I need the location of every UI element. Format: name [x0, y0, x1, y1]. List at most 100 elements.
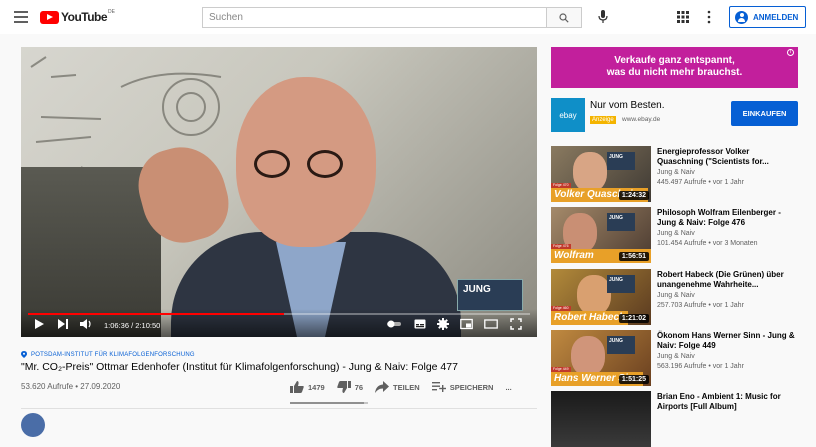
- thumbnail-nameplate: Robert Habeck: [551, 311, 628, 325]
- more-actions-label: ...: [505, 382, 512, 392]
- related-channel: Jung & Naiv: [657, 169, 695, 176]
- hamburger-menu-icon[interactable]: [14, 11, 28, 23]
- search-box: [202, 7, 582, 28]
- like-ratio-bar: [290, 402, 368, 404]
- glasses-left: [254, 150, 290, 178]
- video-duration: 1:24:32: [618, 191, 649, 200]
- thumbnail-face: [577, 275, 611, 315]
- ad-info-icon[interactable]: i: [787, 49, 794, 56]
- dislike-count: 76: [354, 382, 364, 392]
- ad-badge: Anzeige: [590, 116, 616, 124]
- location-pin-icon: [21, 351, 27, 358]
- thumbnail-logo: JUNG: [607, 152, 635, 170]
- like-button[interactable]: 1479: [290, 381, 325, 393]
- related-stats: 563.196 Aufrufe • vor 1 Jahr: [657, 363, 744, 370]
- account-icon: [735, 10, 748, 24]
- glasses-right: [307, 150, 343, 178]
- dislike-button[interactable]: 76: [336, 381, 364, 393]
- video-category-link[interactable]: POTSDAM-INSTITUT FÜR KLIMAFOLGENFORSCHUN…: [21, 351, 195, 358]
- settings-gear-icon[interactable]: [437, 318, 449, 330]
- save-label: SPEICHERN: [449, 382, 494, 392]
- related-title: Philosoph Wolfram Eilenberger - Jung & N…: [657, 208, 781, 227]
- related-video[interactable]: JUNG Folge 460 Robert Habeck 1:21:02 Rob…: [551, 269, 801, 325]
- related-thumbnail: JUNG Folge 449 Hans Werner Sinn 1:51:25: [551, 330, 651, 386]
- volume-icon[interactable]: [79, 318, 93, 330]
- related-title: Brian Eno - Ambient 1: Music for Airport…: [657, 392, 781, 411]
- related-stats: 445.497 Aufrufe • vor 1 Jahr: [657, 179, 744, 186]
- related-title: Energieprofessor Volker Quaschning ("Sci…: [657, 147, 769, 166]
- ebay-ad-title: Nur vom Besten.: [590, 100, 665, 111]
- related-title: Robert Habeck (Die Grünen) über unangene…: [657, 270, 784, 289]
- subtitles-icon[interactable]: [414, 318, 426, 330]
- ad-line-2: was du nicht mehr brauchst.: [606, 67, 743, 78]
- microphone-icon[interactable]: [597, 9, 609, 25]
- thumbnail-face: [573, 152, 607, 192]
- watermark-text: JUNG: [463, 284, 491, 295]
- miniplayer-icon[interactable]: [460, 318, 473, 330]
- related-video[interactable]: JUNG Folge 476 Wolfram Eilenberger 1:56:…: [551, 207, 801, 263]
- signin-label: ANMELDEN: [753, 12, 799, 22]
- video-duration: 1:56:51: [618, 252, 649, 261]
- logo-text: YouTube: [61, 10, 108, 24]
- fullscreen-icon[interactable]: [510, 318, 522, 330]
- related-channel: Jung & Naiv: [657, 353, 695, 360]
- save-button[interactable]: SPEICHERN: [431, 381, 494, 393]
- more-actions-button[interactable]: ...: [505, 383, 511, 392]
- video-player[interactable]: JUNG 1:06:36 / 2:10:50: [21, 47, 537, 337]
- category-label: POTSDAM-INSTITUT FÜR KLIMAFOLGENFORSCHUN…: [31, 351, 195, 358]
- search-button[interactable]: [546, 7, 582, 28]
- time-display: 1:06:36 / 2:10:50: [104, 321, 161, 330]
- autoplay-toggle-icon[interactable]: [387, 320, 403, 328]
- video-duration: 1:51:25: [618, 375, 649, 384]
- related-title: Ökonom Hans Werner Sinn - Jung & Naiv: F…: [657, 331, 795, 350]
- thumbnail-logo: JUNG: [607, 336, 635, 354]
- channel-avatar[interactable]: [21, 413, 45, 437]
- signin-button[interactable]: ANMELDEN: [729, 6, 806, 28]
- display-ad-banner[interactable]: Verkaufe ganz entspannt, was du nicht me…: [551, 47, 798, 88]
- masthead: YouTube DE ANMELDEN: [0, 0, 816, 34]
- related-thumbnail: JUNG Folge 460 Robert Habeck 1:21:02: [551, 269, 651, 325]
- search-input[interactable]: [202, 7, 547, 28]
- related-thumbnail: JUNG Folge 476 Wolfram Eilenberger 1:56:…: [551, 207, 651, 263]
- thumbnail-face: [571, 336, 605, 376]
- ad-line-1: Verkaufe ganz entspannt,: [614, 55, 735, 66]
- next-icon[interactable]: [57, 318, 69, 330]
- video-actions: 1479 76 TEILEN SPEICHERN ...: [290, 378, 524, 396]
- thumbs-up-icon: [290, 381, 304, 393]
- play-icon[interactable]: [33, 318, 45, 330]
- thumbs-down-icon: [336, 381, 351, 393]
- share-button[interactable]: TEILEN: [375, 381, 420, 393]
- apps-grid-icon[interactable]: [677, 11, 689, 23]
- like-ratio-fill: [290, 402, 365, 404]
- channel-watermark: JUNG: [457, 279, 523, 311]
- logo-country: DE: [108, 9, 115, 15]
- thumbnail-logo: JUNG: [607, 213, 635, 231]
- ebay-shop-button[interactable]: EINKAUFEN: [731, 101, 798, 126]
- related-thumbnail: [551, 391, 651, 447]
- related-stats: 101.454 Aufrufe • vor 3 Monaten: [657, 240, 758, 247]
- youtube-logo[interactable]: YouTube DE: [40, 9, 115, 24]
- like-count: 1479: [308, 382, 325, 392]
- share-label: TEILEN: [393, 382, 420, 392]
- related-stats: 257.703 Aufrufe • vor 1 Jahr: [657, 302, 744, 309]
- more-vert-icon[interactable]: [706, 10, 712, 24]
- search-icon: [559, 12, 569, 23]
- related-video[interactable]: JUNG Folge 470 Volker Quaschning 1:24:32…: [551, 146, 801, 202]
- playlist-add-icon: [431, 382, 446, 392]
- info-divider: [21, 408, 537, 409]
- ebay-ad-card[interactable]: ebay Nur vom Besten. Anzeige www.ebay.de…: [551, 95, 801, 135]
- youtube-play-icon: [40, 10, 59, 24]
- progress-bar[interactable]: [28, 313, 530, 315]
- ebay-logo: ebay: [551, 98, 585, 132]
- related-channel: Jung & Naiv: [657, 230, 695, 237]
- theater-mode-icon[interactable]: [484, 318, 498, 330]
- video-duration: 1:21:02: [618, 314, 649, 323]
- related-video[interactable]: JUNG Folge 449 Hans Werner Sinn 1:51:25 …: [551, 330, 801, 386]
- video-title: "Mr. CO₂-Preis" Ottmar Edenhofer (Instit…: [21, 361, 458, 373]
- thumbnail-logo: JUNG: [607, 275, 635, 293]
- video-meta: 53.620 Aufrufe • 27.09.2020: [21, 382, 121, 391]
- ebay-ad-url: www.ebay.de: [622, 116, 661, 123]
- related-channel: Jung & Naiv: [657, 292, 695, 299]
- share-arrow-icon: [375, 381, 390, 393]
- progress-fill: [28, 313, 284, 315]
